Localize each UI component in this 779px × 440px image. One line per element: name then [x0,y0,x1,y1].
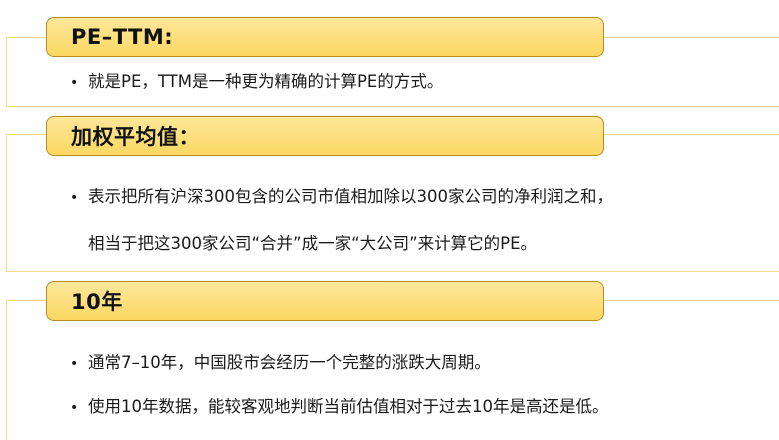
section-3-title: 10年 [71,290,123,314]
bullet-text: 使用10年数据，能较客观地判断当前估值相对于过去10年是高还是低。 [88,397,609,416]
section-3-bullet-1: • 通常7–10年，中国股市会经历一个完整的涨跌大周期。 [70,349,491,373]
bullet-dot-icon: • [70,75,79,91]
section-2-header: 加权平均值： [46,116,604,156]
section-1-bullet-1: • 就是PE，TTM是一种更为精确的计算PE的方式。 [70,68,443,92]
section-1-title: PE–TTM: [71,25,174,49]
section-2-title: 加权平均值： [71,125,200,149]
bullet-text: 通常7–10年，中国股市会经历一个完整的涨跌大周期。 [88,353,491,372]
section-3-header: 10年 [46,281,604,321]
bullet-dot-icon: • [70,400,79,416]
bullet-dot-icon: • [70,356,79,372]
section-3-bullet-2: • 使用10年数据，能较客观地判断当前估值相对于过去10年是高还是低。 [70,393,609,417]
bullet-text: 就是PE，TTM是一种更为精确的计算PE的方式。 [88,72,444,91]
section-1-header: PE–TTM: [46,17,604,57]
section-2-bullet-1: • 表示把所有沪深300包含的公司市值相加除以300家公司的净利润之和， [70,183,613,207]
section-2-bullet-1-continuation: 相当于把这300家公司“合并”成一家“大公司”来计算它的PE。 [88,234,538,253]
bullet-dot-icon: • [70,190,79,206]
bullet-text: 表示把所有沪深300包含的公司市值相加除以300家公司的净利润之和， [88,187,613,206]
